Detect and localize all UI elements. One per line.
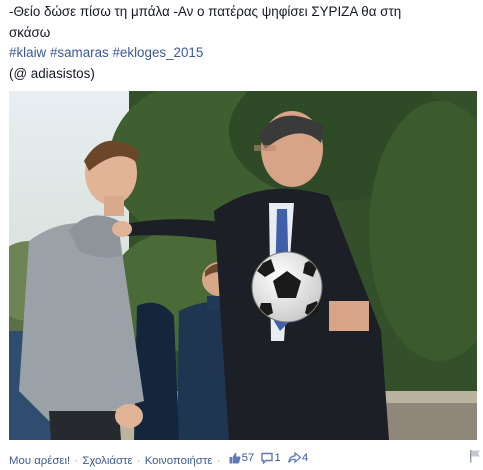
shares-count: 4 — [301, 452, 309, 464]
separator: · — [216, 455, 221, 467]
post-photo[interactable] — [9, 91, 477, 440]
comment-bubble-icon — [261, 452, 274, 464]
likes-count: 57 — [241, 452, 255, 464]
share-arrow-icon — [288, 452, 301, 464]
hashtag-list: #klaiw #samaras #ekloges_2015 — [9, 43, 479, 64]
comments-count-stat[interactable]: 1 — [261, 450, 281, 466]
post-text-line: σκάσω — [9, 24, 51, 40]
post-text: -Θείο δώσε πίσω τη μπάλα -Αν ο πατέρας ψ… — [9, 2, 479, 84]
comment-link[interactable]: Σχολιάστε — [82, 455, 132, 467]
hashtag-ekloges-2015[interactable]: #ekloges_2015 — [112, 45, 203, 60]
mention: (@ adiasistos) — [9, 65, 95, 81]
thumbs-up-icon — [229, 452, 240, 464]
photo-illustration — [9, 91, 477, 440]
shares-count-stat[interactable]: 4 — [288, 450, 308, 466]
post: -Θείο δώσε πίσω τη μπάλα -Αν ο πατέρας ψ… — [0, 0, 483, 470]
post-actions: Μου αρέσει! · Σχολιάστε · Κοινοποιήστε ·… — [9, 450, 477, 467]
hashtag-samaras[interactable]: #samaras — [50, 45, 109, 60]
likes-count-stat[interactable]: 57 — [229, 450, 255, 466]
like-link[interactable]: Μου αρέσει! — [9, 455, 70, 467]
post-text-line: -Θείο δώσε πίσω τη μπάλα -Αν ο πατέρας ψ… — [9, 4, 402, 19]
share-link[interactable]: Κοινοποιήστε — [145, 455, 213, 467]
hashtag-klaiw[interactable]: #klaiw — [9, 45, 46, 60]
separator: · — [136, 455, 141, 467]
flag-icon[interactable] — [469, 449, 481, 463]
separator: · — [74, 455, 79, 467]
comments-count: 1 — [274, 452, 281, 464]
